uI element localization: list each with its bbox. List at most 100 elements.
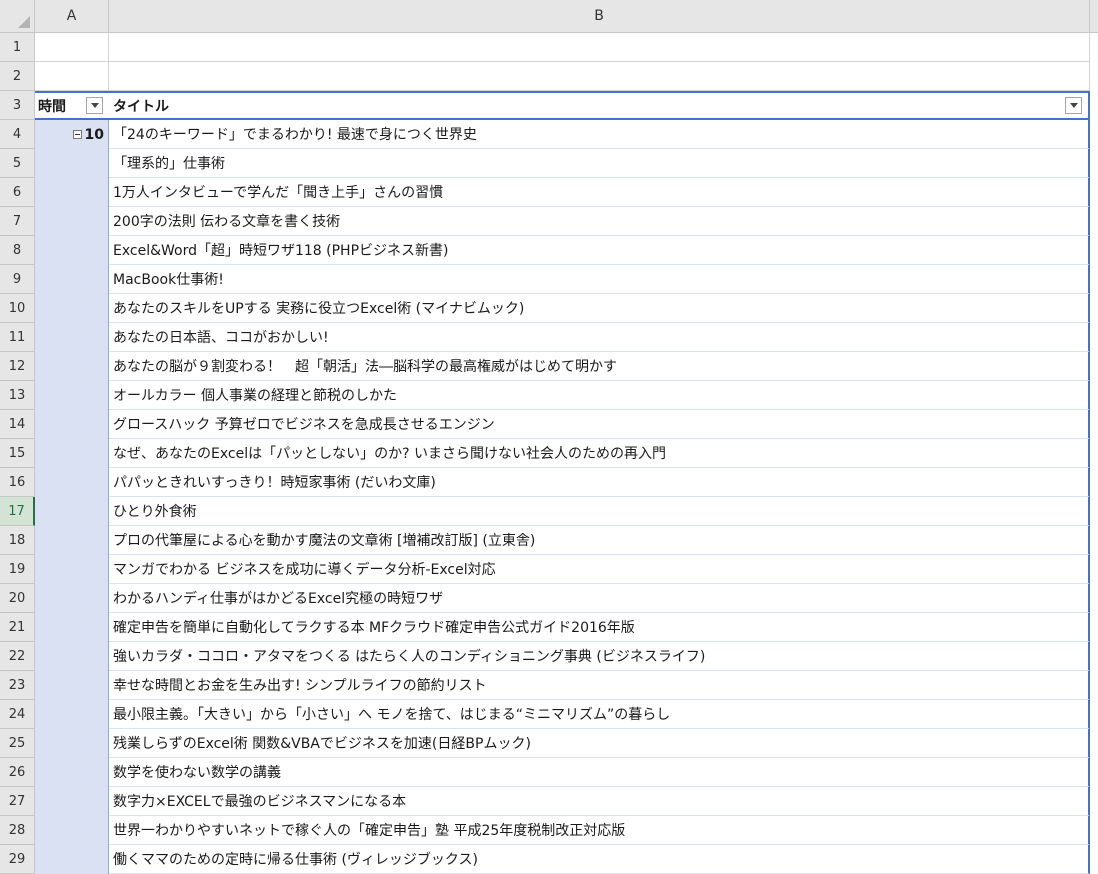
row-header[interactable]: 25	[0, 729, 35, 758]
pivot-row-label-cell[interactable]: 10	[35, 120, 109, 149]
row-header[interactable]: 5	[0, 149, 35, 178]
row-header[interactable]: 28	[0, 816, 35, 845]
title-cell[interactable]: 1万人インタビューで学んだ「聞き上手」さんの習慣	[109, 178, 1090, 207]
title-cell[interactable]: 200字の法則 伝わる文章を書く技術	[109, 207, 1090, 236]
pivot-row-label-cell[interactable]	[35, 178, 109, 207]
row-header[interactable]: 7	[0, 207, 35, 236]
row-header[interactable]: 1	[0, 33, 35, 62]
row-header[interactable]: 16	[0, 468, 35, 497]
title-cell[interactable]: あなたの日本語、ココがおかしい!	[109, 323, 1090, 352]
pivot-data-row: 4 10 「24のキーワード」でまるわかり! 最速で身につく世界史	[0, 120, 1098, 149]
pivot-row-label-cell[interactable]	[35, 613, 109, 642]
row-header[interactable]: 15	[0, 439, 35, 468]
title-cell[interactable]: 「理系的」仕事術	[109, 149, 1090, 178]
pivot-data-row: 9 MacBook仕事術!	[0, 265, 1098, 294]
row-header[interactable]: 13	[0, 381, 35, 410]
title-cell[interactable]: パパッときれいすっきり！時短家事術 (だいわ文庫)	[109, 468, 1090, 497]
collapse-icon[interactable]	[72, 130, 82, 139]
column-header-b[interactable]: B	[109, 0, 1090, 33]
row-header[interactable]: 14	[0, 410, 35, 439]
filter-dropdown-icon[interactable]	[86, 97, 103, 114]
filter-dropdown-icon[interactable]	[1065, 97, 1082, 114]
pivot-row-label-cell[interactable]	[35, 439, 109, 468]
row-header[interactable]: 27	[0, 787, 35, 816]
pivot-row-label-cell[interactable]	[35, 468, 109, 497]
row-header[interactable]: 8	[0, 236, 35, 265]
title-cell[interactable]: グロースハック 予算ゼロでビジネスを急成長させるエンジン	[109, 410, 1090, 439]
title-cell[interactable]: マンガでわかる ビジネスを成功に導くデータ分析-Excel対応	[109, 555, 1090, 584]
title-cell[interactable]: 強いカラダ・ココロ・アタマをつくる はたらく人のコンディショニング事典 (ビジネ…	[109, 642, 1090, 671]
title-cell[interactable]: あなたの脳が９割変わる！ 超「朝活」法―脳科学の最高権威がはじめて明かす	[109, 352, 1090, 381]
pivot-row-label-cell[interactable]	[35, 294, 109, 323]
pivot-data-row: 11 あなたの日本語、ココがおかしい!	[0, 323, 1098, 352]
pivot-row-label-cell[interactable]	[35, 526, 109, 555]
row-header[interactable]: 26	[0, 758, 35, 787]
row-header[interactable]: 4	[0, 120, 35, 149]
title-cell[interactable]: 幸せな時間とお金を生み出す! シンプルライフの節約リスト	[109, 671, 1090, 700]
pivot-field-time[interactable]: 時間	[35, 91, 109, 120]
title-cell[interactable]: なぜ、あなたのExcelは「パッとしない」のか? いまさら聞けない社会人のための…	[109, 439, 1090, 468]
cell[interactable]	[35, 33, 109, 62]
title-cell[interactable]: 数字力×EXCELで最強のビジネスマンになる本	[109, 787, 1090, 816]
title-cell[interactable]: あなたのスキルをUPする 実務に役立つExcel術 (マイナビムック)	[109, 294, 1090, 323]
pivot-row-label-cell[interactable]	[35, 700, 109, 729]
pivot-row-label-cell[interactable]	[35, 352, 109, 381]
cell[interactable]	[109, 33, 1090, 62]
title-cell[interactable]: MacBook仕事術!	[109, 265, 1090, 294]
pivot-row-label-cell[interactable]	[35, 758, 109, 787]
row-header[interactable]: 22	[0, 642, 35, 671]
row-header[interactable]: 3	[0, 91, 35, 120]
column-header-a[interactable]: A	[35, 0, 109, 33]
spreadsheet: A B 1 2 3 時間 タイトル 4 10 「24のキーワード」でまるわかり!…	[0, 0, 1098, 874]
title-cell[interactable]: Excel&Word「超」時短ワザ118 (PHPビジネス新書)	[109, 236, 1090, 265]
row-header[interactable]: 20	[0, 584, 35, 613]
pivot-row-label-cell[interactable]	[35, 729, 109, 758]
title-cell[interactable]: 「24のキーワード」でまるわかり! 最速で身につく世界史	[109, 120, 1090, 149]
cell[interactable]	[35, 62, 109, 91]
pivot-row-label-cell[interactable]	[35, 642, 109, 671]
pivot-row-label-cell[interactable]	[35, 381, 109, 410]
time-group-value: 10	[84, 126, 104, 143]
row-header[interactable]: 24	[0, 700, 35, 729]
row-header[interactable]: 23	[0, 671, 35, 700]
pivot-row-label-cell[interactable]	[35, 265, 109, 294]
pivot-field-time-label: 時間	[38, 98, 66, 115]
cell[interactable]	[109, 62, 1090, 91]
pivot-row-label-cell[interactable]	[35, 149, 109, 178]
title-cell[interactable]: 最小限主義。「大きい」から「小さい」へ モノを捨て、はじまる“ミニマリズム”の暮…	[109, 700, 1090, 729]
title-cell[interactable]: 確定申告を簡単に自動化してラクする本 MFクラウド確定申告公式ガイド2016年版	[109, 613, 1090, 642]
row-header[interactable]: 6	[0, 178, 35, 207]
title-cell[interactable]: ひとり外食術	[109, 497, 1090, 526]
row-header[interactable]: 19	[0, 555, 35, 584]
title-cell[interactable]: 世界一わかりやすいネットで稼ぐ人の「確定申告」塾 平成25年度税制改正対応版	[109, 816, 1090, 845]
pivot-row-label-cell[interactable]	[35, 236, 109, 265]
row-header[interactable]: 10	[0, 294, 35, 323]
pivot-row-label-cell[interactable]	[35, 584, 109, 613]
pivot-row-label-cell[interactable]	[35, 207, 109, 236]
title-cell[interactable]: 数学を使わない数学の講義	[109, 758, 1090, 787]
row-header[interactable]: 9	[0, 265, 35, 294]
pivot-data-row: 23 幸せな時間とお金を生み出す! シンプルライフの節約リスト	[0, 671, 1098, 700]
title-cell[interactable]: 残業しらずのExcel術 関数&VBAでビジネスを加速(日経BPムック)	[109, 729, 1090, 758]
row-header[interactable]: 18	[0, 526, 35, 555]
pivot-row-label-cell[interactable]	[35, 410, 109, 439]
pivot-row-label-cell[interactable]	[35, 497, 109, 526]
title-cell[interactable]: オールカラー 個人事業の経理と節税のしかた	[109, 381, 1090, 410]
pivot-row-label-cell[interactable]	[35, 787, 109, 816]
row-header[interactable]: 17	[0, 497, 35, 526]
pivot-row-label-cell[interactable]	[35, 323, 109, 352]
row-header[interactable]: 21	[0, 613, 35, 642]
title-cell[interactable]: プロの代筆屋による心を動かす魔法の文章術 [増補改訂版] (立東舎)	[109, 526, 1090, 555]
pivot-row-label-cell[interactable]	[35, 555, 109, 584]
pivot-field-title[interactable]: タイトル	[109, 91, 1090, 120]
pivot-data-row: 24 最小限主義。「大きい」から「小さい」へ モノを捨て、はじまる“ミニマリズム”…	[0, 700, 1098, 729]
pivot-row-label-cell[interactable]	[35, 816, 109, 845]
pivot-row-label-cell[interactable]	[35, 671, 109, 700]
row-header[interactable]: 11	[0, 323, 35, 352]
select-all-button[interactable]	[0, 0, 35, 33]
title-cell[interactable]: わかるハンディ仕事がはかどるExcel究極の時短ワザ	[109, 584, 1090, 613]
column-header-filler	[1090, 0, 1098, 33]
pivot-data-row: 21 確定申告を簡単に自動化してラクする本 MFクラウド確定申告公式ガイド2016…	[0, 613, 1098, 642]
row-header[interactable]: 2	[0, 62, 35, 91]
row-header[interactable]: 12	[0, 352, 35, 381]
